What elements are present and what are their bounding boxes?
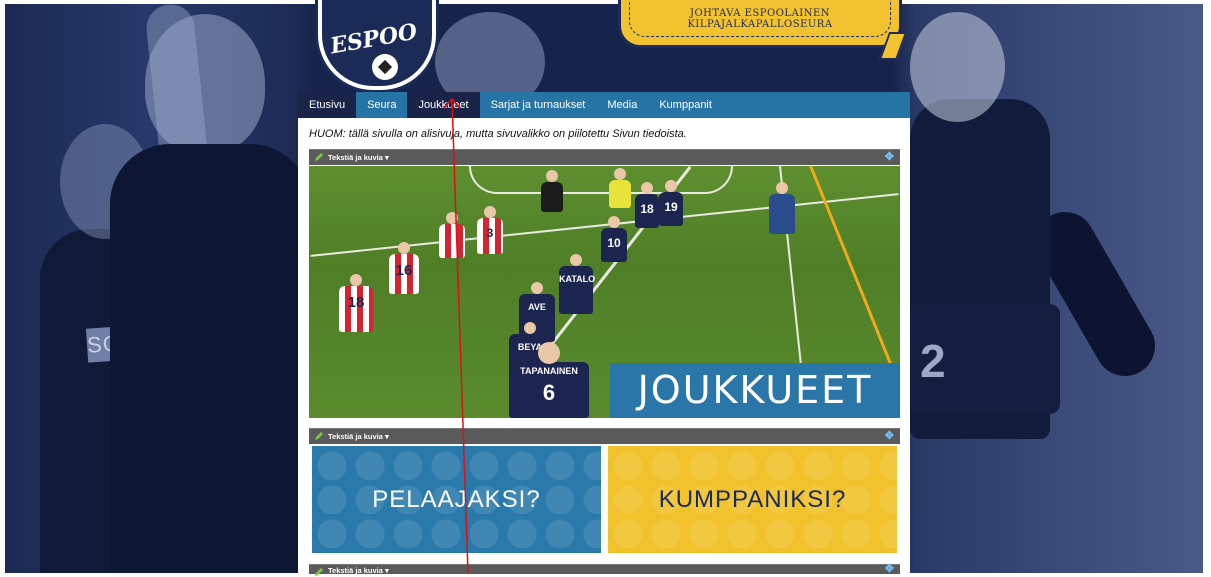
jersey-number: 18: [640, 202, 654, 216]
referee: [609, 168, 631, 208]
jersey-name: TAPANAINEN: [520, 366, 578, 376]
bg-player-number: 2: [920, 335, 946, 387]
move-icon[interactable]: ✥: [885, 429, 894, 443]
jersey-number: 16: [395, 262, 413, 279]
main-content: Etusivu Seura Joukkueet Sarjat ja turnau…: [298, 92, 910, 576]
tagline-banner: JOHTAVA ESPOOLAINEN KILPAJALKAPALLOSEURA: [618, 0, 902, 48]
nav-item-joukkueet[interactable]: Joukkueet: [407, 92, 480, 118]
editor-block-label[interactable]: Tekstiä ja kuvia ▾: [328, 566, 389, 575]
bg-player-body: [110, 144, 310, 573]
jersey-number: 18: [347, 294, 365, 311]
coach: [541, 170, 563, 212]
tile-pelaajaksi[interactable]: PELAAJAKSI?: [312, 446, 601, 553]
hero-image-teams[interactable]: 18 16 3 10 19 18 KATALO AVE BEYA TAPANAI…: [309, 166, 900, 418]
nav-item-etusivu[interactable]: Etusivu: [298, 92, 357, 118]
player: 19: [659, 180, 683, 226]
player: KATALO: [559, 254, 596, 314]
jersey-number: 3: [486, 226, 494, 240]
subpage-notice: HUOM: tällä sivulla on alisivuja, mutta …: [309, 128, 687, 140]
hero-label: JOUKKUEET: [610, 363, 900, 418]
player: 10: [601, 216, 627, 262]
player: 18: [339, 274, 373, 332]
player: 3: [477, 206, 503, 254]
nav-item-kumppanit[interactable]: Kumppanit: [648, 92, 723, 118]
coach: [769, 182, 795, 234]
jersey-number: 6: [542, 380, 556, 405]
move-icon[interactable]: ✥: [885, 150, 894, 164]
editor-block-label[interactable]: Tekstiä ja kuvia ▾: [328, 151, 389, 164]
bg-player-head: [145, 14, 265, 154]
tile-kumppaniksi[interactable]: KUMPPANIKSI?: [608, 446, 897, 553]
editor-block-bar[interactable]: Tekstiä ja kuvia ▾ ✥: [309, 149, 900, 165]
tagline-text: JOHTAVA ESPOOLAINEN KILPAJALKAPALLOSEURA: [687, 8, 833, 30]
player: TAPANAINEN 6: [509, 342, 589, 418]
editor-block-bar[interactable]: Tekstiä ja kuvia ▾ ✥: [309, 428, 900, 444]
field-arc: [469, 166, 733, 194]
player: [439, 212, 465, 258]
jersey-name: AVE: [528, 302, 546, 312]
player: 16: [389, 242, 419, 294]
nav-item-sarjat-ja-turnaukset[interactable]: Sarjat ja turnaukset: [480, 92, 597, 118]
pencil-icon: [315, 568, 323, 576]
editor-block-label[interactable]: Tekstiä ja kuvia ▾: [328, 430, 389, 443]
nav-item-media[interactable]: Media: [596, 92, 648, 118]
jersey-name: KATALO: [559, 274, 596, 284]
nav-item-seura[interactable]: Seura: [356, 92, 407, 118]
bg-player-head: [910, 12, 1005, 122]
jersey-number: 19: [664, 200, 678, 214]
jersey-number: 10: [607, 236, 621, 250]
main-nav: Etusivu Seura Joukkueet Sarjat ja turnau…: [298, 92, 910, 118]
pencil-icon: [315, 432, 323, 440]
logo-text: ESPOO: [328, 18, 420, 60]
player: 18: [635, 182, 659, 228]
football-icon: [372, 54, 398, 80]
pencil-icon: [315, 153, 323, 161]
